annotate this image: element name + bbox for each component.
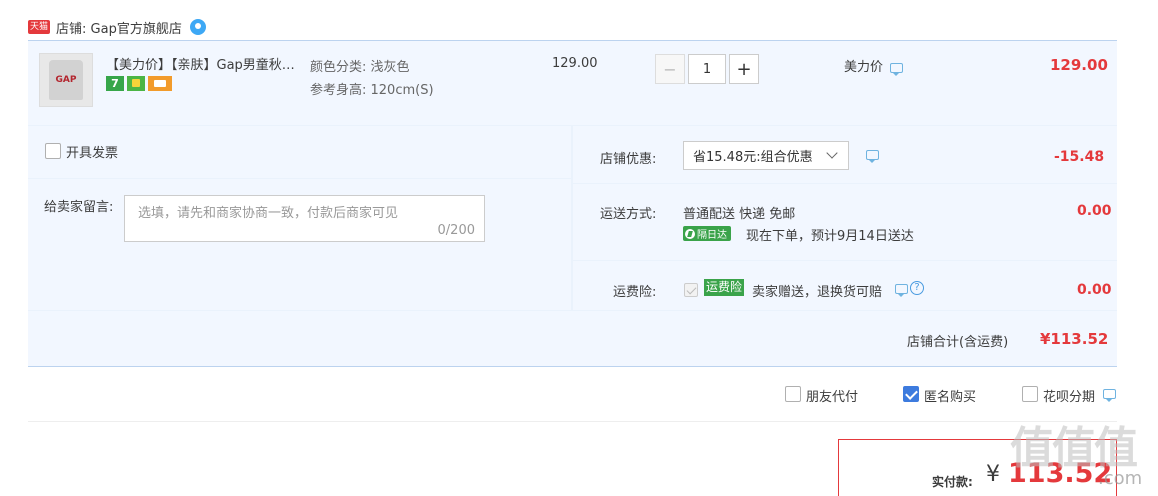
sku-height: 参考身高: 120cm(S) <box>310 83 434 98</box>
item-thumbnail[interactable]: GAP <box>39 53 93 107</box>
unit-price: 129.00 <box>552 56 598 71</box>
insurance-chat-icon[interactable] <box>895 284 908 297</box>
watermark-logo: 值值值 <box>1010 423 1138 474</box>
message-counter: 0/200 <box>437 223 475 238</box>
thumbnail-logo: GAP <box>55 75 77 85</box>
tmall-badge: 天猫 <box>28 20 51 34</box>
shop-name[interactable]: 店铺: Gap官方旗舰店 <box>56 18 182 37</box>
friend-pay-label[interactable]: 朋友代付 <box>806 386 858 405</box>
anonymous-checkbox[interactable] <box>903 386 919 402</box>
sku-color: 颜色分类: 浅灰色 <box>310 60 410 75</box>
quantity-plus-button[interactable]: + <box>729 54 759 84</box>
shipping-method: 普通配送 快递 免邮 <box>683 207 796 222</box>
discount-label: 店铺优惠: <box>600 152 657 167</box>
invoice-label[interactable]: 开具发票 <box>66 142 118 161</box>
guarantee-icon <box>127 76 145 91</box>
shipping-row <box>573 184 1117 260</box>
lightning-icon <box>685 228 695 239</box>
shipping-eta: 现在下单，预计9月14日送达 <box>746 229 914 244</box>
item-badges: 7 <box>106 76 172 91</box>
quantity-input[interactable] <box>688 54 726 84</box>
insurance-checkbox <box>684 283 698 297</box>
insurance-tag: 运费险 <box>704 279 745 296</box>
quantity-stepper: − + <box>655 54 759 84</box>
quantity-minus-button[interactable]: − <box>655 54 685 84</box>
huabei-checkbox[interactable] <box>1022 386 1038 402</box>
huabei-chat-icon[interactable] <box>1103 389 1116 402</box>
item-title[interactable]: 【美力价】【亲肤】Gap男童秋… <box>106 54 306 73</box>
item-total: 129.00 <box>1050 56 1108 74</box>
discount-value: -15.48 <box>1054 149 1105 165</box>
discount-chat-icon[interactable] <box>866 150 879 163</box>
credit-card-icon <box>148 76 172 91</box>
subtotal-value: ¥113.52 <box>1040 330 1109 348</box>
payment-label: 实付款: <box>932 475 973 489</box>
payment-currency: ¥ <box>986 462 1000 487</box>
message-placeholder: 选填，请先和商家协商一致，付款后商家可见 <box>138 206 399 221</box>
chevron-down-icon <box>826 147 838 159</box>
anonymous-label[interactable]: 匿名购买 <box>924 386 976 405</box>
message-field[interactable]: 选填，请先和商家协商一致，付款后商家可见 0/200 <box>124 195 485 242</box>
insurance-label: 运费险: <box>613 285 657 300</box>
options-divider <box>28 421 1117 422</box>
discount-selected-value: 省15.48元:组合优惠 <box>693 150 813 165</box>
invoice-checkbox[interactable] <box>45 143 61 159</box>
friend-pay-checkbox[interactable] <box>785 386 801 402</box>
next-day-tag-label: 隔日达 <box>697 230 727 241</box>
insurance-desc: 卖家赠送，退换货可赔 <box>752 285 883 300</box>
promo-label: 美力价 <box>844 60 884 75</box>
message-label: 给卖家留言: <box>44 200 114 215</box>
shipping-label: 运送方式: <box>600 207 657 222</box>
seven-day-return-icon: 7 <box>106 76 124 91</box>
shop-header: 天猫 店铺: Gap官方旗舰店 <box>28 17 206 37</box>
next-day-tag: 隔日达 <box>683 226 731 241</box>
insurance-value: 0.00 <box>1077 282 1112 298</box>
wangwang-icon[interactable] <box>189 19 206 35</box>
watermark-url: .com <box>1098 468 1143 489</box>
discount-select[interactable]: 省15.48元:组合优惠 <box>683 141 849 170</box>
promo-chat-icon[interactable] <box>890 63 903 76</box>
subtotal-divider <box>28 366 1117 367</box>
subtotal-label: 店铺合计(含运费) <box>907 335 1009 350</box>
help-icon[interactable]: ? <box>910 281 924 295</box>
huabei-label[interactable]: 花呗分期 <box>1043 386 1095 405</box>
shipping-value: 0.00 <box>1077 203 1112 219</box>
